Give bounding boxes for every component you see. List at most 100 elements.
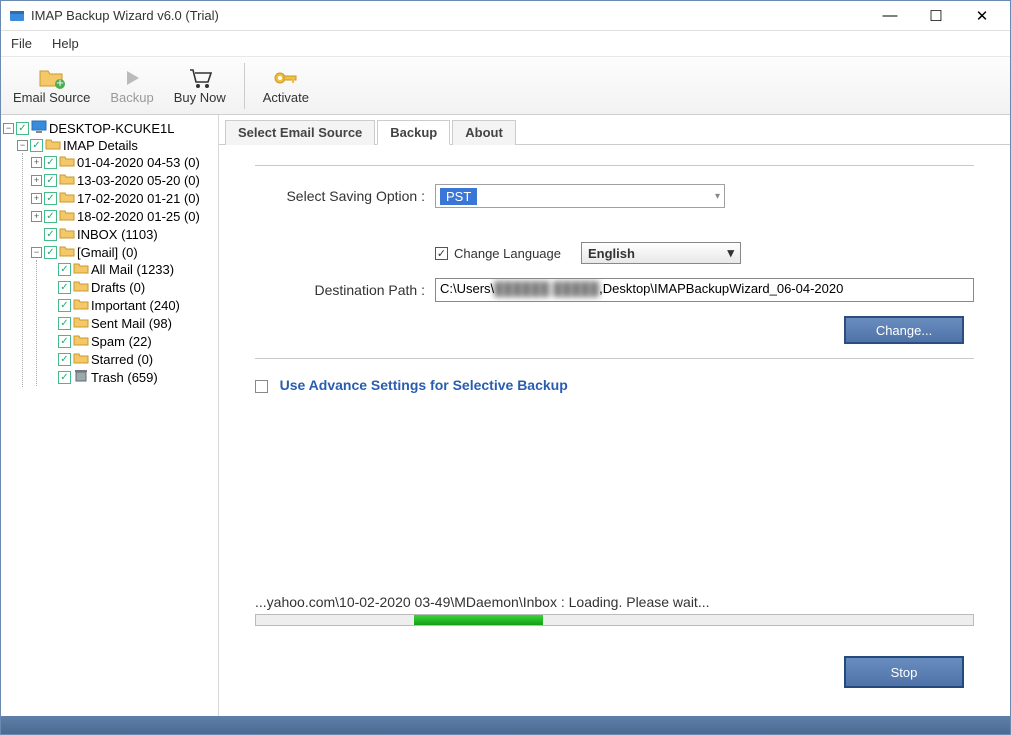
checkbox-icon[interactable]: ✓ — [58, 281, 71, 294]
checkbox-icon[interactable]: ✓ — [44, 192, 57, 205]
checkbox-icon[interactable]: ✓ — [30, 139, 43, 152]
menu-help[interactable]: Help — [52, 36, 79, 51]
divider — [255, 165, 974, 166]
toolbar-buy-now[interactable]: Buy Now — [168, 64, 232, 107]
toolbar-backup-label: Backup — [110, 90, 153, 105]
collapse-icon[interactable]: − — [31, 247, 42, 258]
destination-path-value-post: ,Desktop\IMAPBackupWizard_06-04-2020 — [599, 281, 843, 296]
tree-item-label[interactable]: Trash (659) — [91, 370, 158, 385]
progress-bar — [255, 614, 974, 626]
language-value: English — [588, 246, 635, 261]
tree-item-label[interactable]: Drafts (0) — [91, 280, 145, 295]
tree-item-label[interactable]: 18-02-2020 01-25 (0) — [77, 209, 200, 224]
minimize-button[interactable]: — — [876, 7, 904, 25]
menu-file[interactable]: File — [11, 36, 32, 51]
language-select[interactable]: English ▾ — [581, 242, 741, 264]
main-area: − ✓ DESKTOP-KCUKE1L − ✓ IMAP Details +✓0… — [1, 115, 1010, 716]
folder-icon — [59, 208, 75, 224]
toolbar-email-source-label: Email Source — [13, 90, 90, 105]
checkbox-icon[interactable]: ✓ — [58, 353, 71, 366]
folder-icon — [73, 261, 89, 277]
checkbox-icon[interactable]: ✓ — [58, 335, 71, 348]
titlebar: IMAP Backup Wizard v6.0 (Trial) — ☐ ✕ — [1, 1, 1010, 31]
checkbox-icon[interactable]: ✓ — [58, 371, 71, 384]
destination-path-redacted: ██████ █████ — [494, 281, 599, 296]
collapse-icon[interactable]: − — [3, 123, 14, 134]
toolbar-email-source[interactable]: + Email Source — [7, 64, 96, 107]
tree-item-label[interactable]: Spam (22) — [91, 334, 152, 349]
progress-status-text: ...yahoo.com\10-02-2020 03-49\MDaemon\In… — [255, 594, 974, 610]
tree-imap-label[interactable]: IMAP Details — [63, 138, 138, 153]
tree-item-label[interactable]: INBOX (1103) — [77, 227, 158, 242]
checkbox-icon[interactable]: ✓ — [44, 156, 57, 169]
folder-icon — [73, 351, 89, 367]
menubar: File Help — [1, 31, 1010, 57]
window-controls: — ☐ ✕ — [876, 7, 1002, 25]
checkbox-icon[interactable]: ✓ — [58, 299, 71, 312]
tree-root-label[interactable]: DESKTOP-KCUKE1L — [49, 121, 174, 136]
folder-icon — [73, 279, 89, 295]
folder-icon — [73, 333, 89, 349]
tree-item-label[interactable]: Sent Mail (98) — [91, 316, 172, 331]
checkbox-icon[interactable]: ✓ — [44, 228, 57, 241]
tree-item-label[interactable]: Important (240) — [91, 298, 180, 313]
divider — [255, 358, 974, 359]
checkbox-icon[interactable]: ✓ — [44, 210, 57, 223]
folder-icon — [59, 190, 75, 206]
app-icon — [9, 8, 25, 24]
tree-item-label[interactable]: 13-03-2020 05-20 (0) — [77, 173, 200, 188]
saving-option-value: PST — [440, 188, 477, 205]
change-language-label: Change Language — [454, 246, 561, 261]
folder-icon — [73, 315, 89, 331]
monitor-icon — [31, 120, 47, 136]
checkbox-icon[interactable]: ✓ — [58, 317, 71, 330]
backup-panel: Select Saving Option : PST ▾ ✓ Change La… — [219, 145, 1010, 716]
folder-icon — [73, 297, 89, 313]
close-button[interactable]: ✕ — [968, 7, 996, 25]
progress-fill — [414, 615, 543, 625]
destination-path-input[interactable]: C:\Users\██████ █████,Desktop\IMAPBackup… — [435, 278, 974, 302]
maximize-button[interactable]: ☐ — [922, 7, 950, 25]
saving-option-label: Select Saving Option : — [255, 188, 435, 204]
toolbar-activate[interactable]: Activate — [257, 64, 315, 107]
tab-strip: Select Email Source Backup About — [219, 115, 1010, 145]
checkbox-icon[interactable]: ✓ — [44, 246, 57, 259]
change-button[interactable]: Change... — [844, 316, 964, 344]
statusbar — [1, 716, 1010, 734]
advance-settings-label[interactable]: Use Advance Settings for Selective Backu… — [280, 377, 568, 393]
svg-text:+: + — [56, 75, 64, 89]
checkbox-icon[interactable]: ✓ — [58, 263, 71, 276]
folder-tree[interactable]: − ✓ DESKTOP-KCUKE1L − ✓ IMAP Details +✓0… — [1, 115, 219, 716]
destination-path-value-pre: C:\Users\ — [440, 281, 494, 296]
tree-item-label[interactable]: Starred (0) — [91, 352, 153, 367]
expand-icon[interactable]: + — [31, 175, 42, 186]
folder-open-icon — [45, 137, 61, 153]
toolbar-separator — [244, 63, 245, 109]
expand-icon[interactable]: + — [31, 193, 42, 204]
expand-icon[interactable]: + — [31, 157, 42, 168]
tree-item-label[interactable]: 17-02-2020 01-21 (0) — [77, 191, 200, 206]
play-icon — [118, 66, 146, 90]
cart-icon — [186, 66, 214, 90]
toolbar-backup[interactable]: Backup — [104, 64, 159, 107]
expand-icon[interactable]: + — [31, 211, 42, 222]
key-icon — [272, 66, 300, 90]
collapse-icon[interactable]: − — [17, 140, 28, 151]
tab-backup[interactable]: Backup — [377, 120, 450, 145]
chevron-down-icon: ▾ — [727, 245, 734, 261]
stop-button[interactable]: Stop — [844, 656, 964, 688]
tab-about[interactable]: About — [452, 120, 516, 145]
folder-icon — [59, 172, 75, 188]
tree-item-label[interactable]: 01-04-2020 04-53 (0) — [77, 155, 200, 170]
saving-option-combo[interactable]: PST ▾ — [435, 184, 725, 208]
checkbox-icon[interactable]: ✓ — [16, 122, 29, 135]
tree-item-label[interactable]: All Mail (1233) — [91, 262, 174, 277]
checkbox-icon[interactable]: ✓ — [44, 174, 57, 187]
content-area: Select Email Source Backup About Select … — [219, 115, 1010, 716]
change-language-checkbox[interactable]: ✓ — [435, 247, 448, 260]
tab-select-email-source[interactable]: Select Email Source — [225, 120, 375, 145]
advance-settings-checkbox[interactable] — [255, 380, 268, 393]
toolbar-buy-now-label: Buy Now — [174, 90, 226, 105]
folder-icon — [59, 154, 75, 170]
tree-gmail-label[interactable]: [Gmail] (0) — [77, 245, 138, 260]
